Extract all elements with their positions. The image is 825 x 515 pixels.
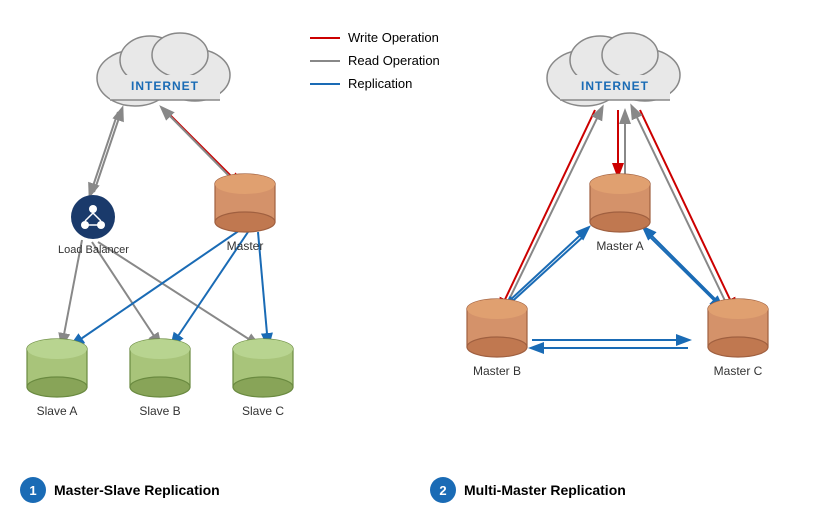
right-cloud: INTERNET (530, 10, 700, 110)
left-number: 1 (20, 477, 46, 503)
svg-text:INTERNET: INTERNET (581, 79, 649, 93)
left-cloud: INTERNET (80, 10, 250, 110)
svg-text:INTERNET: INTERNET (131, 79, 199, 93)
right-diagram: INTERNET Master A Master B (410, 0, 825, 515)
left-master-label: Master (227, 239, 264, 253)
slave-b: Slave B (125, 335, 195, 418)
master-a-label: Master A (596, 239, 643, 253)
legend-write: Write Operation (310, 30, 440, 45)
master-c: Master C (703, 295, 773, 378)
legend-replication-label: Replication (348, 76, 412, 91)
master-a: Master A (585, 170, 655, 253)
left-title-text: Master-Slave Replication (54, 482, 220, 498)
slave-a: Slave A (22, 335, 92, 418)
lb-icon (71, 195, 115, 239)
read-line (310, 60, 340, 62)
legend-read: Read Operation (310, 53, 440, 68)
slave-a-label: Slave A (37, 404, 78, 418)
slave-c-label: Slave C (242, 404, 284, 418)
legend-replication: Replication (310, 76, 440, 91)
lb-label: Load Balancer (58, 243, 129, 257)
diagram-container: INTERNET Load Balancer (0, 0, 825, 515)
replication-line (310, 83, 340, 85)
left-load-balancer: Load Balancer (58, 195, 129, 257)
slave-c: Slave C (228, 335, 298, 418)
right-title-text: Multi-Master Replication (464, 482, 626, 498)
right-title: 2 Multi-Master Replication (430, 477, 626, 503)
right-number: 2 (430, 477, 456, 503)
master-c-label: Master C (714, 364, 763, 378)
legend-write-label: Write Operation (348, 30, 439, 45)
legend-read-label: Read Operation (348, 53, 440, 68)
slave-b-label: Slave B (139, 404, 180, 418)
master-b: Master B (462, 295, 532, 378)
legend: Write Operation Read Operation Replicati… (310, 30, 440, 91)
master-b-label: Master B (473, 364, 521, 378)
left-master: Master (210, 170, 280, 253)
left-title: 1 Master-Slave Replication (20, 477, 220, 503)
write-line (310, 37, 340, 39)
